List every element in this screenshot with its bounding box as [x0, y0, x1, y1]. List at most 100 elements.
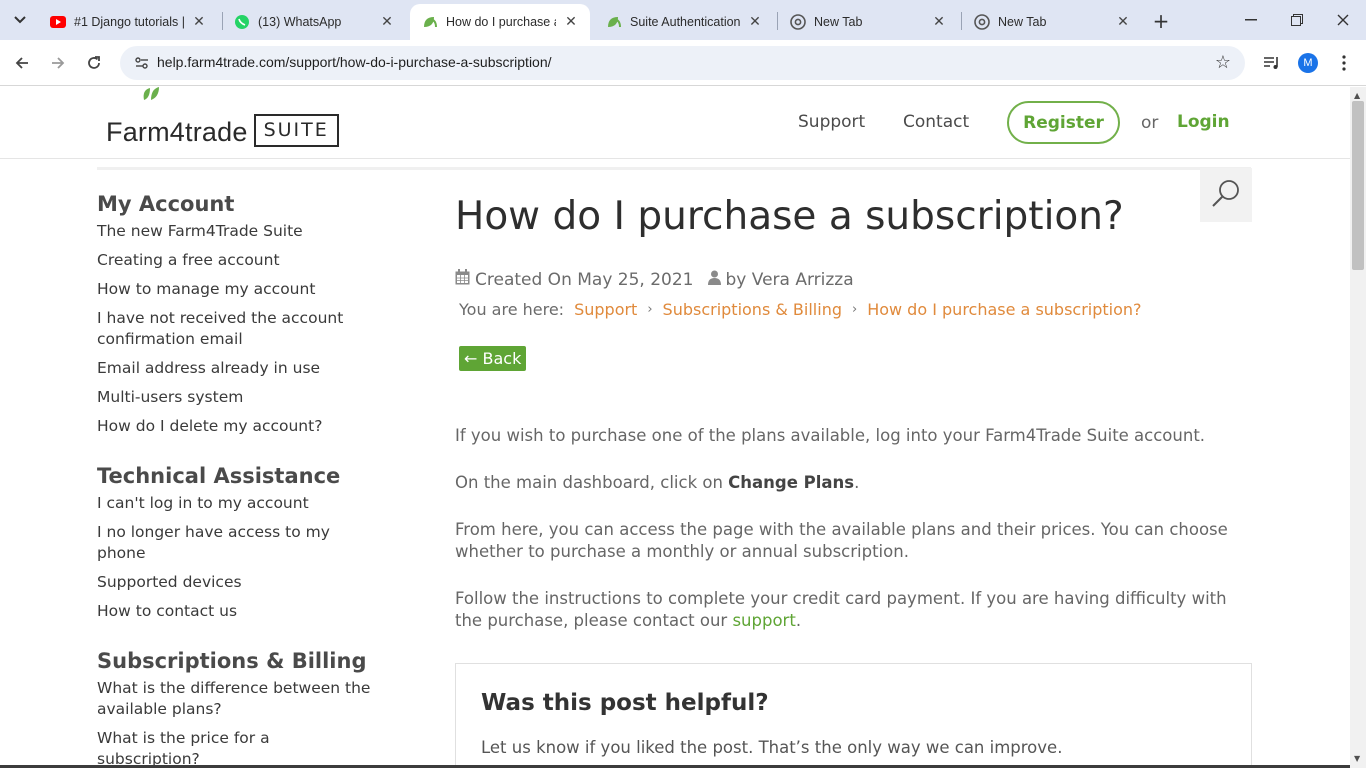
tab-title: (13) WhatsApp: [258, 15, 342, 29]
tab-close-icon[interactable]: ✕: [1114, 13, 1132, 31]
back-button[interactable]: ← Back: [459, 346, 527, 371]
minimize-icon[interactable]: [1236, 8, 1266, 32]
search-icon: [1211, 178, 1241, 212]
sidebar-heading: My Account: [97, 192, 235, 216]
sidebar-item[interactable]: How to manage my account: [97, 279, 397, 300]
new-tab-plus-icon[interactable]: +: [1149, 9, 1173, 33]
feedback-box: Was this post helpful? Let us know if yo…: [455, 663, 1252, 768]
web-page: Farm4trade SUITE Support Contact Registe…: [0, 87, 1350, 768]
nav-contact-link[interactable]: Contact: [903, 112, 969, 132]
tab-strip: #1 Django tutorials | V ✕ (13) WhatsApp …: [0, 0, 1366, 40]
sidebar: My Account The new Farm4Trade Suite Crea…: [97, 191, 397, 768]
media-controls-icon[interactable]: [1260, 51, 1284, 75]
tab-close-icon[interactable]: ✕: [378, 13, 396, 31]
whatsapp-icon: [234, 14, 250, 30]
sidebar-item[interactable]: What is the price for a subscription?: [97, 728, 297, 768]
tab-django[interactable]: #1 Django tutorials | V ✕: [38, 4, 218, 40]
paragraph: On the main dashboard, click on Change P…: [455, 473, 860, 492]
tab-close-icon[interactable]: ✕: [562, 13, 580, 31]
sidebar-item[interactable]: Multi-users system: [97, 387, 397, 408]
browser-menu-icon[interactable]: [1332, 51, 1356, 75]
tab-close-icon[interactable]: ✕: [930, 13, 948, 31]
paragraph: From here, you can access the page with …: [455, 520, 1228, 561]
tab-close-icon[interactable]: ✕: [190, 13, 208, 31]
sidebar-item[interactable]: I have not received the account confirma…: [97, 308, 367, 350]
farm4trade-suite-logo[interactable]: Farm4trade SUITE: [106, 87, 339, 147]
breadcrumb: You are here: Support › Subscriptions & …: [459, 300, 1252, 319]
breadcrumb-support[interactable]: Support: [574, 300, 637, 319]
scrollbar-thumb[interactable]: [1352, 101, 1364, 270]
sidebar-item[interactable]: I no longer have access to my phone: [97, 522, 347, 564]
feedback-title: Was this post helpful?: [481, 690, 769, 716]
tab-title: New Tab: [814, 15, 863, 29]
scroll-up-arrow-icon[interactable]: ▲: [1354, 91, 1360, 100]
leaf-icon: [422, 14, 438, 30]
restore-icon[interactable]: [1282, 8, 1312, 32]
page-scrollbar[interactable]: ▲ ▼: [1350, 87, 1366, 768]
sidebar-group-technical-assistance: Technical Assistance I can't log in to m…: [97, 463, 397, 622]
logo-suite-box: SUITE: [253, 114, 339, 147]
profile-avatar[interactable]: M: [1296, 51, 1320, 75]
logo-wordmark: Farm4trade: [106, 117, 248, 147]
sidebar-heading: Subscriptions & Billing: [97, 649, 367, 673]
breadcrumb-current: How do I purchase a subscription?: [867, 300, 1142, 319]
browser-toolbar: help.farm4trade.com/support/how-do-i-pur…: [0, 40, 1366, 86]
tab-whatsapp[interactable]: (13) WhatsApp ✕: [222, 4, 406, 40]
calendar-icon: [455, 269, 470, 290]
tab-new-tab-1[interactable]: New Tab ✕: [778, 4, 958, 40]
sidebar-heading: Technical Assistance: [97, 464, 341, 488]
chevron-right-icon: ›: [647, 302, 653, 317]
sidebar-item[interactable]: Email address already in use: [97, 358, 397, 379]
created-date: Created On May 25, 2021: [475, 269, 694, 290]
youtube-icon: [50, 14, 66, 30]
paragraph: Follow the instructions to complete your…: [455, 589, 1227, 630]
address-bar[interactable]: help.farm4trade.com/support/how-do-i-pur…: [120, 46, 1245, 80]
breadcrumb-subscriptions-billing[interactable]: Subscriptions & Billing: [663, 300, 842, 319]
tab-new-tab-2[interactable]: New Tab ✕: [962, 4, 1142, 40]
page-title: How do I purchase a subscription?: [455, 194, 1124, 239]
tab-search-chevron-icon[interactable]: [6, 8, 34, 32]
article: How do I purchase a subscription? Create…: [455, 191, 1252, 768]
sidebar-item[interactable]: Supported devices: [97, 572, 397, 593]
breadcrumb-label: You are here:: [459, 300, 565, 319]
tab-close-icon[interactable]: ✕: [746, 13, 764, 31]
url-text[interactable]: help.farm4trade.com/support/how-do-i-pur…: [157, 54, 552, 70]
chevron-right-icon: ›: [851, 302, 858, 317]
logo-leaf-icon: [143, 87, 159, 100]
search-button[interactable]: [1200, 168, 1252, 222]
forward-arrow-icon[interactable]: [44, 49, 72, 77]
paragraph: If you wish to purchase one of the plans…: [455, 426, 1206, 445]
login-link[interactable]: Login: [1177, 112, 1230, 132]
tab-title: Suite Authentication-: [630, 15, 740, 29]
user-icon: [707, 270, 721, 290]
sidebar-group-subscriptions-billing: Subscriptions & Billing What is the diff…: [97, 648, 397, 768]
sidebar-item[interactable]: I can't log in to my account: [97, 493, 397, 514]
sidebar-item[interactable]: How to contact us: [97, 601, 397, 622]
site-info-icon[interactable]: [134, 55, 150, 71]
bookmark-star-icon[interactable]: ☆: [1215, 52, 1231, 73]
tab-purchase-subscription[interactable]: How do I purchase a ✕: [410, 4, 590, 40]
close-window-icon[interactable]: [1328, 8, 1358, 32]
article-meta: Created On May 25, 2021 by Vera Arrizza: [455, 269, 1252, 290]
sidebar-item[interactable]: What is the difference between the avail…: [97, 678, 392, 720]
site-header: Farm4trade SUITE Support Contact Registe…: [0, 87, 1350, 159]
sidebar-item[interactable]: Creating a free account: [97, 250, 397, 271]
support-link[interactable]: support: [732, 611, 795, 630]
reload-icon[interactable]: [80, 49, 108, 77]
header-divider: [97, 167, 1251, 170]
tab-suite-authentication[interactable]: Suite Authentication- ✕: [594, 4, 774, 40]
nav-support-link[interactable]: Support: [798, 112, 865, 132]
sidebar-group-my-account: My Account The new Farm4Trade Suite Crea…: [97, 191, 397, 437]
back-arrow-icon[interactable]: [8, 49, 36, 77]
change-plans-emphasis: Change Plans: [728, 473, 855, 492]
register-button[interactable]: Register: [1007, 101, 1120, 144]
tab-title: #1 Django tutorials | V: [74, 15, 184, 29]
sidebar-item[interactable]: How do I delete my account?: [97, 416, 397, 437]
chrome-icon: [790, 14, 806, 30]
feedback-text: Let us know if you liked the post. That’…: [481, 738, 1063, 757]
chrome-icon: [974, 14, 990, 30]
nav-or-text: or: [1141, 113, 1159, 133]
tab-title: How do I purchase a: [446, 15, 556, 29]
sidebar-item[interactable]: The new Farm4Trade Suite: [97, 221, 397, 242]
scroll-down-arrow-icon[interactable]: ▼: [1354, 754, 1360, 763]
